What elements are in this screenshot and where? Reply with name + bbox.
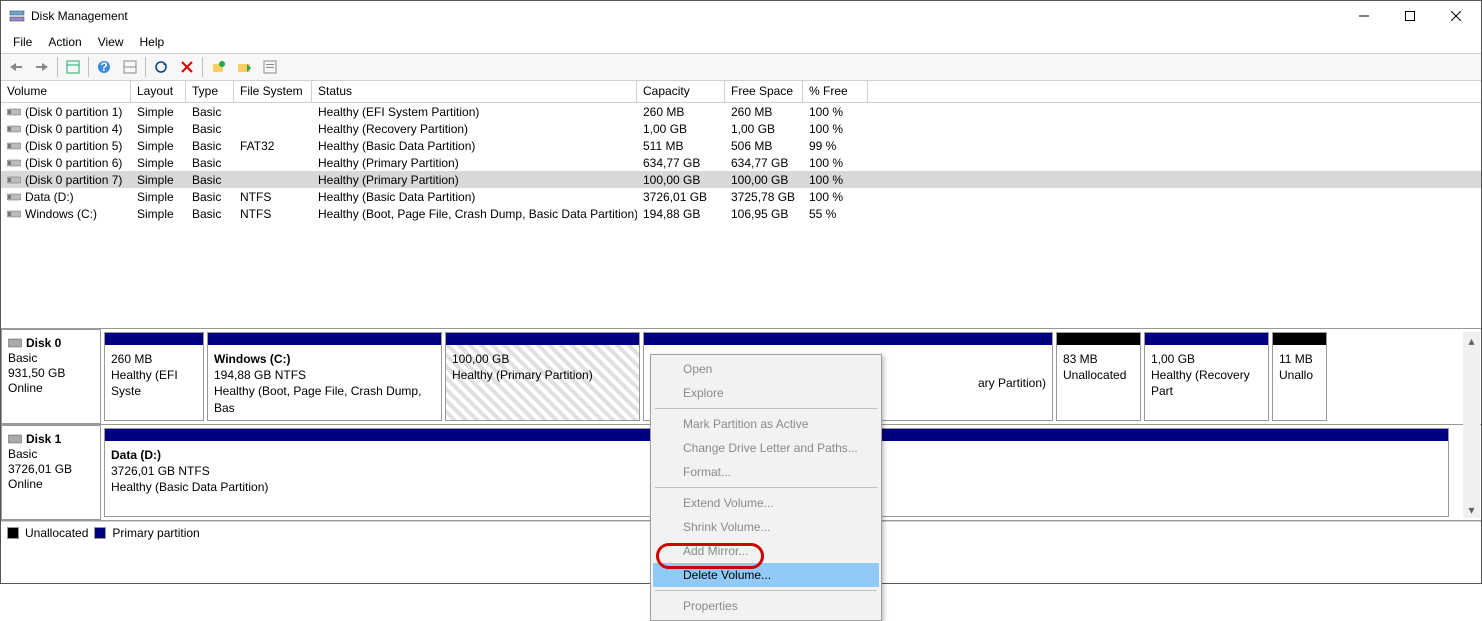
context-menu: Open Explore Mark Partition as Active Ch… <box>650 354 882 621</box>
swatch-primary <box>94 527 106 539</box>
menu-file[interactable]: File <box>5 33 40 51</box>
scroll-down[interactable]: ▾ <box>1463 501 1480 518</box>
volume-row[interactable]: (Disk 0 partition 6)SimpleBasicHealthy (… <box>1 154 1481 171</box>
toolbar: ? <box>1 53 1481 81</box>
scrollbar[interactable]: ▴ ▾ <box>1463 332 1480 518</box>
volume-grid-header: Volume Layout Type File System Status Ca… <box>1 81 1481 103</box>
partition[interactable]: 11 MBUnallo <box>1272 332 1327 421</box>
properties-button[interactable] <box>259 56 281 78</box>
partition[interactable]: Windows (C:)194,88 GB NTFSHealthy (Boot,… <box>207 332 442 421</box>
partition[interactable]: 100,00 GBHealthy (Primary Partition) <box>445 332 640 421</box>
volume-row[interactable]: Data (D:)SimpleBasicNTFSHealthy (Basic D… <box>1 188 1481 205</box>
cm-open[interactable]: Open <box>653 357 879 381</box>
app-icon <box>9 8 25 24</box>
extend-button[interactable] <box>233 56 255 78</box>
cm-format[interactable]: Format... <box>653 460 879 484</box>
volume-row[interactable]: (Disk 0 partition 1)SimpleBasicHealthy (… <box>1 103 1481 120</box>
new-volume-button[interactable] <box>207 56 229 78</box>
partition[interactable]: 83 MBUnallocated <box>1056 332 1141 421</box>
cm-delete-volume[interactable]: Delete Volume... <box>653 563 879 587</box>
col-capacity[interactable]: Capacity <box>637 81 725 102</box>
back-button[interactable] <box>5 56 27 78</box>
titlebar: Disk Management <box>1 1 1481 31</box>
col-volume[interactable]: Volume <box>1 81 131 102</box>
volume-name-cell: Windows (C:) <box>1 207 131 221</box>
settings-button[interactable] <box>119 56 141 78</box>
volume-name-cell: (Disk 0 partition 7) <box>1 173 131 187</box>
partition[interactable]: 260 MBHealthy (EFI Syste <box>104 332 204 421</box>
cm-mark-active[interactable]: Mark Partition as Active <box>653 412 879 436</box>
forward-button[interactable] <box>31 56 53 78</box>
col-type[interactable]: Type <box>186 81 234 102</box>
menu-view[interactable]: View <box>90 33 132 51</box>
menu-help[interactable]: Help <box>132 33 173 51</box>
col-status[interactable]: Status <box>312 81 637 102</box>
close-button[interactable] <box>1433 1 1479 31</box>
menu-action[interactable]: Action <box>40 33 89 51</box>
disk-label[interactable]: Disk 0Basic931,50 GBOnline <box>1 329 101 424</box>
menubar: File Action View Help <box>1 31 1481 53</box>
cm-properties[interactable]: Properties <box>653 594 879 618</box>
volume-row[interactable]: (Disk 0 partition 4)SimpleBasicHealthy (… <box>1 120 1481 137</box>
delete-button[interactable] <box>176 56 198 78</box>
legend-primary: Primary partition <box>112 526 199 540</box>
window-title: Disk Management <box>31 9 1341 23</box>
scroll-up[interactable]: ▴ <box>1463 332 1480 349</box>
volume-name-cell: (Disk 0 partition 1) <box>1 105 131 119</box>
maximize-button[interactable] <box>1387 1 1433 31</box>
volume-row[interactable]: (Disk 0 partition 7)SimpleBasicHealthy (… <box>1 171 1481 188</box>
volume-name-cell: Data (D:) <box>1 190 131 204</box>
col-pct[interactable]: % Free <box>803 81 868 102</box>
cm-explore[interactable]: Explore <box>653 381 879 405</box>
help-button[interactable]: ? <box>93 56 115 78</box>
volume-name-cell: (Disk 0 partition 4) <box>1 122 131 136</box>
col-free[interactable]: Free Space <box>725 81 803 102</box>
volume-grid[interactable]: (Disk 0 partition 1)SimpleBasicHealthy (… <box>1 103 1481 328</box>
volume-row[interactable]: (Disk 0 partition 5)SimpleBasicFAT32Heal… <box>1 137 1481 154</box>
minimize-button[interactable] <box>1341 1 1387 31</box>
col-layout[interactable]: Layout <box>131 81 186 102</box>
cm-extend[interactable]: Extend Volume... <box>653 491 879 515</box>
cm-change-letter[interactable]: Change Drive Letter and Paths... <box>653 436 879 460</box>
col-fs[interactable]: File System <box>234 81 312 102</box>
volume-name-cell: (Disk 0 partition 6) <box>1 156 131 170</box>
swatch-unallocated <box>7 527 19 539</box>
cm-shrink[interactable]: Shrink Volume... <box>653 515 879 539</box>
volume-row[interactable]: Windows (C:)SimpleBasicNTFSHealthy (Boot… <box>1 205 1481 222</box>
disk-label[interactable]: Disk 1Basic3726,01 GBOnline <box>1 425 101 520</box>
legend-unallocated: Unallocated <box>25 526 88 540</box>
volume-name-cell: (Disk 0 partition 5) <box>1 139 131 153</box>
cm-mirror[interactable]: Add Mirror... <box>653 539 879 563</box>
views-button[interactable] <box>62 56 84 78</box>
refresh-button[interactable] <box>150 56 172 78</box>
svg-text:?: ? <box>100 60 107 74</box>
partition[interactable]: 1,00 GBHealthy (Recovery Part <box>1144 332 1269 421</box>
